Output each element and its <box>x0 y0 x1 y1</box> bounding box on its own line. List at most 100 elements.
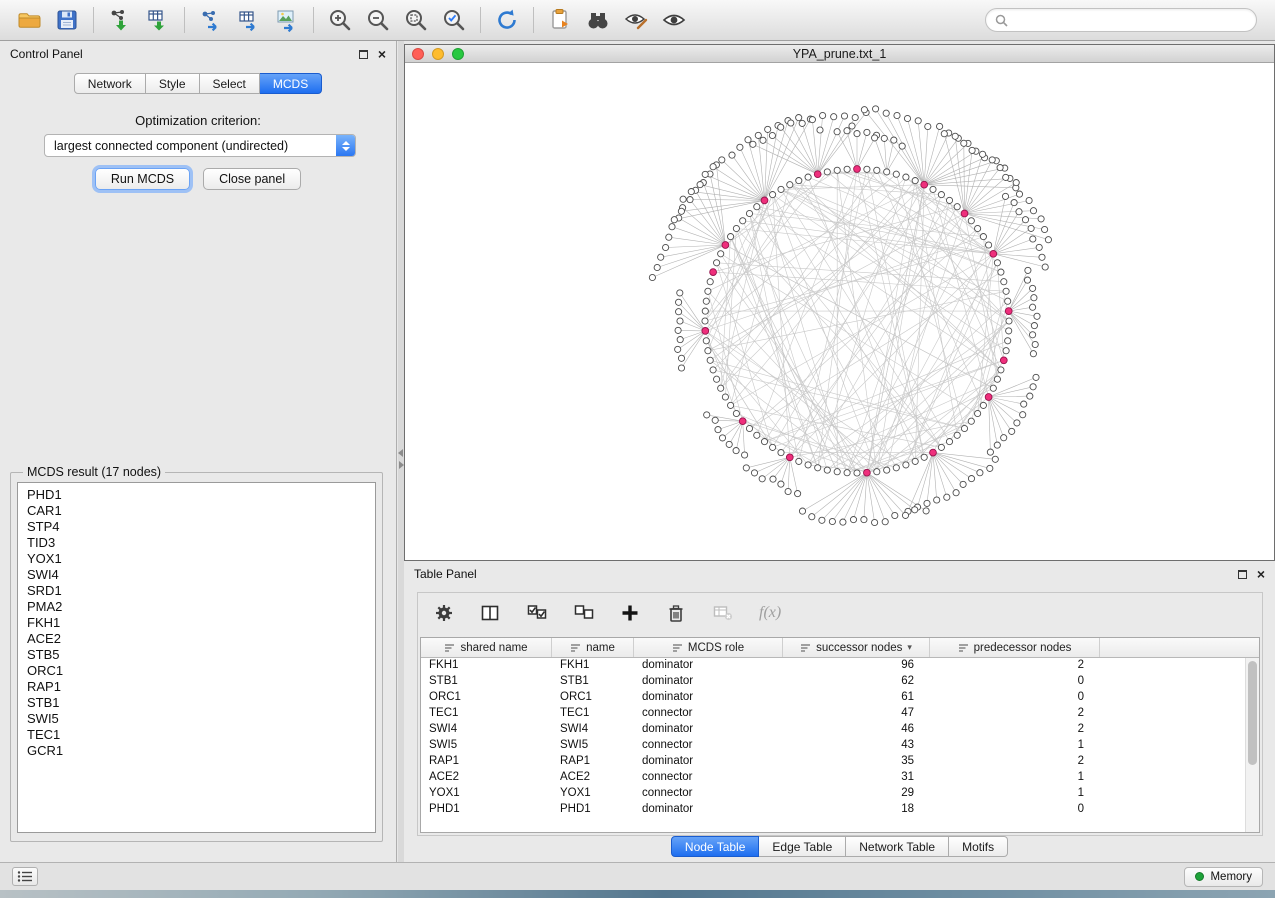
mcds-result-item[interactable]: SRD1 <box>27 583 366 599</box>
cell-predecessor-nodes[interactable]: 1 <box>930 786 1100 802</box>
cell-shared-name[interactable]: ACE2 <box>421 770 552 786</box>
style-preview-button[interactable] <box>617 4 655 36</box>
cell-successor-nodes[interactable]: 96 <box>783 658 930 674</box>
search-input[interactable] <box>1013 13 1247 27</box>
cell-predecessor-nodes[interactable]: 2 <box>930 754 1100 770</box>
mcds-result-item[interactable]: ORC1 <box>27 663 366 679</box>
mcds-result-item[interactable]: TEC1 <box>27 727 366 743</box>
table-row[interactable]: TEC1TEC1connector472 <box>421 706 1245 722</box>
search-box[interactable] <box>985 8 1257 32</box>
table-row[interactable]: PHD1PHD1dominator180 <box>421 802 1245 818</box>
table-row[interactable]: FKH1FKH1dominator962 <box>421 658 1245 674</box>
float-table-panel-icon[interactable] <box>1238 570 1247 579</box>
mcds-result-item[interactable]: ACE2 <box>27 631 366 647</box>
scrollbar-thumb[interactable] <box>1248 661 1257 765</box>
cell-name[interactable]: SWI4 <box>552 722 634 738</box>
table-tab-node-table[interactable]: Node Table <box>671 836 760 857</box>
cell-name[interactable]: SWI5 <box>552 738 634 754</box>
table-tab-edge-table[interactable]: Edge Table <box>759 836 846 857</box>
cell-shared-name[interactable]: RAP1 <box>421 754 552 770</box>
table-scrollbar[interactable] <box>1245 658 1259 832</box>
cell-predecessor-nodes[interactable]: 0 <box>930 690 1100 706</box>
cell-name[interactable]: YOX1 <box>552 786 634 802</box>
mcds-result-item[interactable]: STB5 <box>27 647 366 663</box>
close-table-panel-icon[interactable]: × <box>1257 569 1265 579</box>
mcds-result-item[interactable]: STB1 <box>27 695 366 711</box>
cell-predecessor-nodes[interactable]: 1 <box>930 738 1100 754</box>
delete-table-button[interactable] <box>712 603 734 623</box>
show-graphics-button[interactable] <box>655 4 693 36</box>
cell-MCDS-role[interactable]: dominator <box>634 754 783 770</box>
mcds-result-item[interactable]: CAR1 <box>27 503 366 519</box>
cell-name[interactable]: RAP1 <box>552 754 634 770</box>
control-tab-style[interactable]: Style <box>146 73 200 94</box>
cell-predecessor-nodes[interactable]: 0 <box>930 674 1100 690</box>
zoom-selected-button[interactable] <box>435 4 473 36</box>
network-canvas[interactable] <box>405 64 1274 560</box>
export-image-button[interactable] <box>268 4 306 36</box>
delete-row-button[interactable] <box>665 602 687 624</box>
import-network-button[interactable] <box>101 4 139 36</box>
apply-layout-button[interactable] <box>488 4 526 36</box>
network-graph[interactable] <box>405 64 1274 560</box>
mcds-result-item[interactable]: SWI4 <box>27 567 366 583</box>
cell-MCDS-role[interactable]: connector <box>634 786 783 802</box>
cell-successor-nodes[interactable]: 35 <box>783 754 930 770</box>
optimization-criterion-select[interactable]: largest connected component (undirected) <box>44 134 356 157</box>
run-mcds-button[interactable]: Run MCDS <box>95 168 190 190</box>
mcds-result-item[interactable]: YOX1 <box>27 551 366 567</box>
cell-name[interactable]: FKH1 <box>552 658 634 674</box>
cell-MCDS-role[interactable]: dominator <box>634 658 783 674</box>
control-tab-select[interactable]: Select <box>200 73 260 94</box>
sort-desc-icon[interactable]: ▾ <box>907 642 912 653</box>
close-panel-button[interactable]: Close panel <box>203 168 301 190</box>
table-row[interactable]: ORC1ORC1dominator610 <box>421 690 1245 706</box>
export-network-button[interactable] <box>192 4 230 36</box>
cell-successor-nodes[interactable]: 31 <box>783 770 930 786</box>
cell-predecessor-nodes[interactable]: 2 <box>930 658 1100 674</box>
cell-MCDS-role[interactable]: dominator <box>634 674 783 690</box>
table-tab-network-table[interactable]: Network Table <box>846 836 949 857</box>
table-row[interactable]: STB1STB1dominator620 <box>421 674 1245 690</box>
mcds-result-item[interactable]: RAP1 <box>27 679 366 695</box>
cell-predecessor-nodes[interactable]: 0 <box>930 802 1100 818</box>
cell-name[interactable]: ACE2 <box>552 770 634 786</box>
zoom-in-button[interactable] <box>321 4 359 36</box>
cell-MCDS-role[interactable]: connector <box>634 738 783 754</box>
column-header-name[interactable]: name <box>552 638 634 657</box>
cell-MCDS-role[interactable]: connector <box>634 770 783 786</box>
select-all-button[interactable] <box>526 603 548 623</box>
table-row[interactable]: ACE2ACE2connector311 <box>421 770 1245 786</box>
mcds-result-item[interactable]: GCR1 <box>27 743 366 759</box>
clipboard-button[interactable] <box>541 4 579 36</box>
mcds-result-item[interactable]: PHD1 <box>27 487 366 503</box>
cell-MCDS-role[interactable]: dominator <box>634 722 783 738</box>
cell-shared-name[interactable]: TEC1 <box>421 706 552 722</box>
mcds-result-list[interactable]: PHD1CAR1STP4TID3YOX1SWI4SRD1PMA2FKH1ACE2… <box>17 482 376 833</box>
cell-name[interactable]: ORC1 <box>552 690 634 706</box>
control-tab-mcds[interactable]: MCDS <box>260 73 322 94</box>
function-builder-button[interactable]: f(x) <box>759 604 781 622</box>
mcds-result-item[interactable]: SWI5 <box>27 711 366 727</box>
zoom-out-button[interactable] <box>359 4 397 36</box>
cell-name[interactable]: STB1 <box>552 674 634 690</box>
table-row[interactable]: YOX1YOX1connector291 <box>421 786 1245 802</box>
cell-successor-nodes[interactable]: 43 <box>783 738 930 754</box>
cell-predecessor-nodes[interactable]: 2 <box>930 722 1100 738</box>
open-file-button[interactable] <box>10 4 48 36</box>
cell-shared-name[interactable]: YOX1 <box>421 786 552 802</box>
cell-successor-nodes[interactable]: 18 <box>783 802 930 818</box>
cell-shared-name[interactable]: SWI4 <box>421 722 552 738</box>
cell-name[interactable]: PHD1 <box>552 802 634 818</box>
cell-shared-name[interactable]: FKH1 <box>421 658 552 674</box>
add-row-button[interactable] <box>620 603 640 623</box>
task-history-button[interactable] <box>12 867 38 886</box>
column-header-MCDS-role[interactable]: MCDS role <box>634 638 783 657</box>
cell-successor-nodes[interactable]: 61 <box>783 690 930 706</box>
mcds-result-item[interactable]: FKH1 <box>27 615 366 631</box>
cell-successor-nodes[interactable]: 29 <box>783 786 930 802</box>
column-header-successor-nodes[interactable]: successor nodes▾ <box>783 638 930 657</box>
cell-successor-nodes[interactable]: 47 <box>783 706 930 722</box>
mcds-result-item[interactable]: TID3 <box>27 535 366 551</box>
column-header-predecessor-nodes[interactable]: predecessor nodes <box>930 638 1100 657</box>
